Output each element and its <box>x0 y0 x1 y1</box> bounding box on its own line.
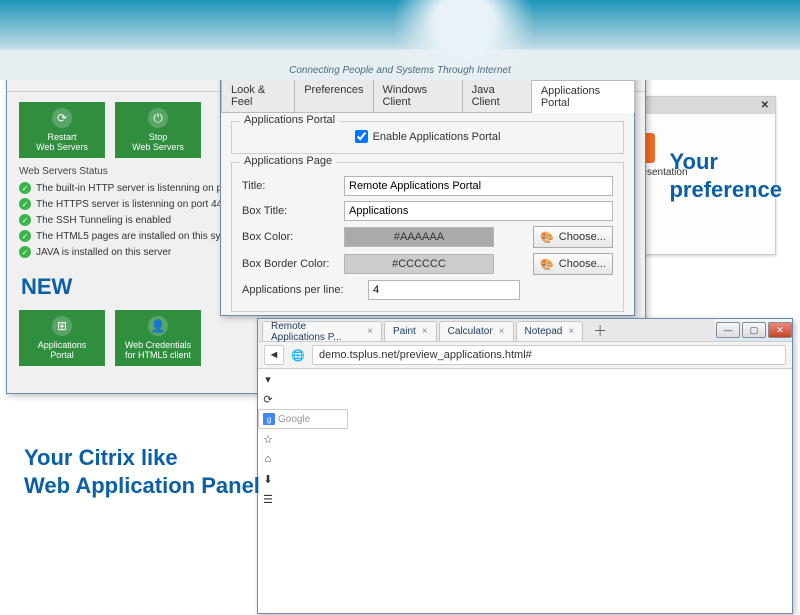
search-field[interactable]: gGoogle <box>258 409 348 429</box>
page-banner: Connecting People and Systems Through In… <box>0 0 800 80</box>
group-applications-portal: Applications Portal Enable Applications … <box>231 121 624 154</box>
webmaster-toolkit-window: 🧰 Webmaster_Toolkit — ▢ ✕ Look & Feel Pr… <box>220 56 635 316</box>
tab-look-feel[interactable]: Look & Feel <box>221 79 295 112</box>
star-icon[interactable]: ☆ <box>258 429 278 449</box>
menu-icon[interactable]: ☰ <box>258 489 278 509</box>
callout-preference: Your preference <box>669 148 782 203</box>
download-icon[interactable]: ⬇ <box>258 469 278 489</box>
maximize-button[interactable]: ▢ <box>742 322 766 338</box>
url-bar: ◄ 🌐 demo.tsplus.net/preview_applications… <box>258 341 792 369</box>
tab-close-icon[interactable]: × <box>568 326 574 337</box>
browser-tab[interactable]: Paint× <box>384 321 437 341</box>
close-button[interactable]: ✕ <box>768 322 792 338</box>
stop-icon: ⏻ <box>148 108 168 128</box>
restart-icon: ⟳ <box>52 108 72 128</box>
palette-icon: 🎨 <box>540 231 554 244</box>
home-icon[interactable]: ⌂ <box>258 449 278 469</box>
enable-portal-label: Enable Applications Portal <box>373 131 501 143</box>
apps-per-line-input[interactable] <box>368 280 520 300</box>
apps-per-line-label: Applications per line: <box>242 284 362 296</box>
choose-box-color-button[interactable]: 🎨Choose... <box>533 226 613 248</box>
browser-window: Remote Applications P...× Paint× Calcula… <box>257 318 793 614</box>
title-input[interactable] <box>344 176 613 196</box>
tab-close-icon[interactable]: × <box>367 326 373 337</box>
browser-tab[interactable]: Notepad× <box>516 321 584 341</box>
applications-portal-tile[interactable]: ⊞ Applications Portal <box>19 310 105 366</box>
box-border-swatch: #CCCCCC <box>344 254 494 274</box>
ok-icon: ✓ <box>19 230 31 242</box>
tab-applications-portal[interactable]: Applications Portal <box>531 80 635 113</box>
address-field[interactable]: demo.tsplus.net/preview_applications.htm… <box>312 345 786 365</box>
ok-icon: ✓ <box>19 198 31 210</box>
ok-icon: ✓ <box>19 214 31 226</box>
toolkit-tabs: Look & Feel Preferences Windows Client J… <box>221 79 634 113</box>
panel-close-icon[interactable]: ✕ <box>761 100 769 111</box>
minimize-button[interactable]: — <box>716 322 740 338</box>
enable-portal-checkbox[interactable] <box>355 130 368 143</box>
box-title-label: Box Title: <box>242 205 338 217</box>
stop-webservers-tile[interactable]: ⏻ Stop Web Servers <box>115 102 201 158</box>
reload-button[interactable]: ⟳ <box>258 389 278 409</box>
callout-citrix: Your Citrix like Web Application Panel <box>24 444 260 499</box>
restart-webservers-tile[interactable]: ⟳ Restart Web Servers <box>19 102 105 158</box>
box-border-color-label: Box Border Color: <box>242 258 338 270</box>
google-icon: g <box>263 413 275 425</box>
browser-tabbar: Remote Applications P...× Paint× Calcula… <box>258 319 714 341</box>
web-credentials-tile[interactable]: 👤 Web Credentials for HTML5 client <box>115 310 201 366</box>
tab-close-icon[interactable]: × <box>422 326 428 337</box>
box-title-input[interactable] <box>344 201 613 221</box>
ok-icon: ✓ <box>19 182 31 194</box>
banner-caption: Connecting People and Systems Through In… <box>0 65 800 76</box>
tab-close-icon[interactable]: × <box>499 326 505 337</box>
user-icon: 👤 <box>148 316 168 336</box>
box-color-swatch: #AAAAAA <box>344 227 494 247</box>
globe-icon: 🌐 <box>288 345 308 365</box>
tab-java-client[interactable]: Java Client <box>462 79 532 112</box>
grid-icon: ⊞ <box>52 316 72 336</box>
group-applications-page: Applications Page Title: Box Title: Box … <box>231 162 624 312</box>
new-tab-button[interactable]: ＋ <box>585 321 615 341</box>
tab-windows-client[interactable]: Windows Client <box>373 79 463 112</box>
back-button[interactable]: ◄ <box>264 345 284 365</box>
dropdown-icon[interactable]: ▾ <box>258 369 278 389</box>
title-label: Title: <box>242 180 338 192</box>
browser-tab[interactable]: Calculator× <box>439 321 514 341</box>
tab-preferences[interactable]: Preferences <box>294 79 373 112</box>
box-color-label: Box Color: <box>242 231 338 243</box>
ok-icon: ✓ <box>19 246 31 258</box>
choose-border-color-button[interactable]: 🎨Choose... <box>533 253 613 275</box>
browser-tab[interactable]: Remote Applications P...× <box>262 321 382 341</box>
browser-titlebar[interactable]: Remote Applications P...× Paint× Calcula… <box>258 319 792 341</box>
palette-icon: 🎨 <box>540 258 554 271</box>
